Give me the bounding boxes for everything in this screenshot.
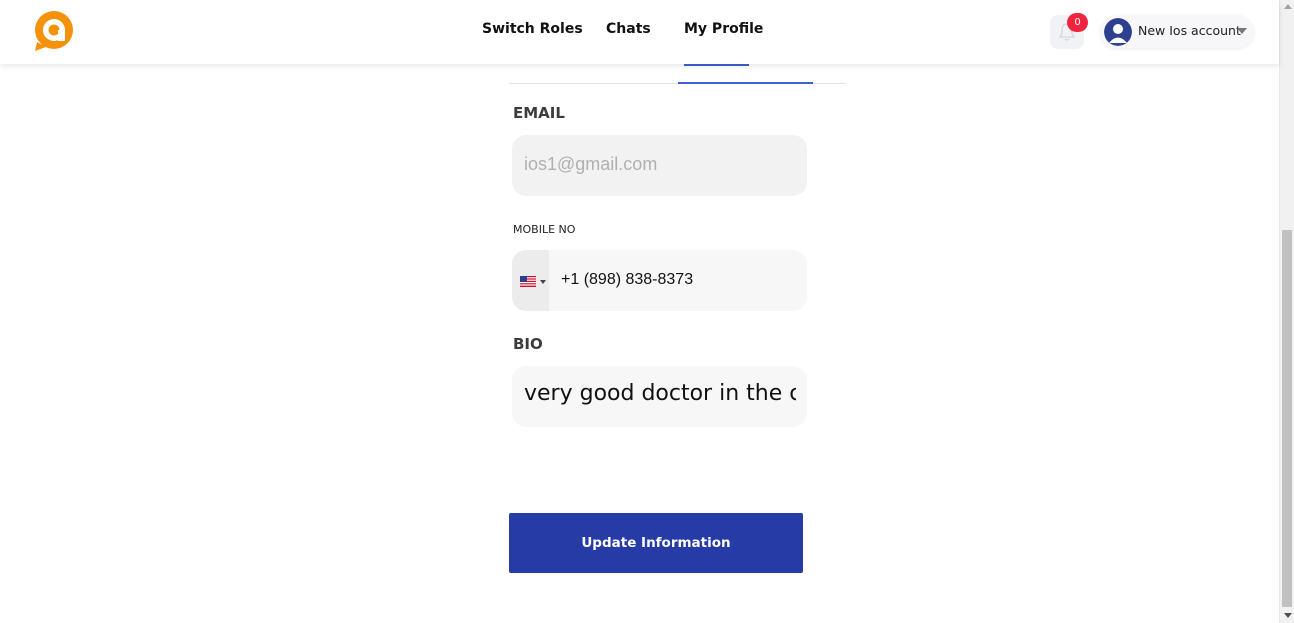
tab-active-mark [684, 64, 749, 66]
nav-switch-roles[interactable]: Switch Roles [482, 21, 583, 37]
mobile-label: MOBILE NO [513, 223, 576, 236]
country-selector[interactable] [512, 250, 549, 311]
account-menu[interactable]: New Ios account [1100, 15, 1254, 48]
tab-active-underline [678, 82, 813, 84]
mobile-field-box [512, 250, 807, 311]
scrollbar-thumb[interactable] [1282, 230, 1292, 607]
bio-label: BIO [513, 335, 543, 353]
country-caret-icon [540, 280, 546, 284]
top-header: Switch Roles Chats My Profile 0 New Ios … [0, 0, 1279, 64]
scroll-up-arrow-icon[interactable] [1284, 4, 1292, 9]
us-flag-icon [520, 276, 536, 287]
email-field[interactable] [524, 154, 799, 175]
avatar [1104, 18, 1132, 46]
mobile-number-input[interactable] [561, 271, 801, 289]
email-field-box [512, 135, 807, 196]
bio-field-box [512, 366, 807, 427]
scroll-down-arrow-icon[interactable] [1284, 613, 1292, 618]
profile-page: Personal Details Contact Details Switch … [0, 0, 1294, 623]
account-name: New Ios account [1138, 23, 1241, 38]
email-label: EMAIL [513, 104, 565, 122]
nav-chats[interactable]: Chats [606, 21, 651, 37]
bio-input[interactable] [524, 381, 796, 406]
notification-count-badge: 0 [1067, 13, 1088, 32]
app-logo[interactable] [33, 10, 75, 52]
page-scrollbar[interactable] [1279, 0, 1294, 623]
chevron-down-icon [1237, 28, 1247, 34]
nav-my-profile[interactable]: My Profile [684, 21, 763, 37]
update-information-button[interactable]: Update Information [509, 513, 803, 573]
